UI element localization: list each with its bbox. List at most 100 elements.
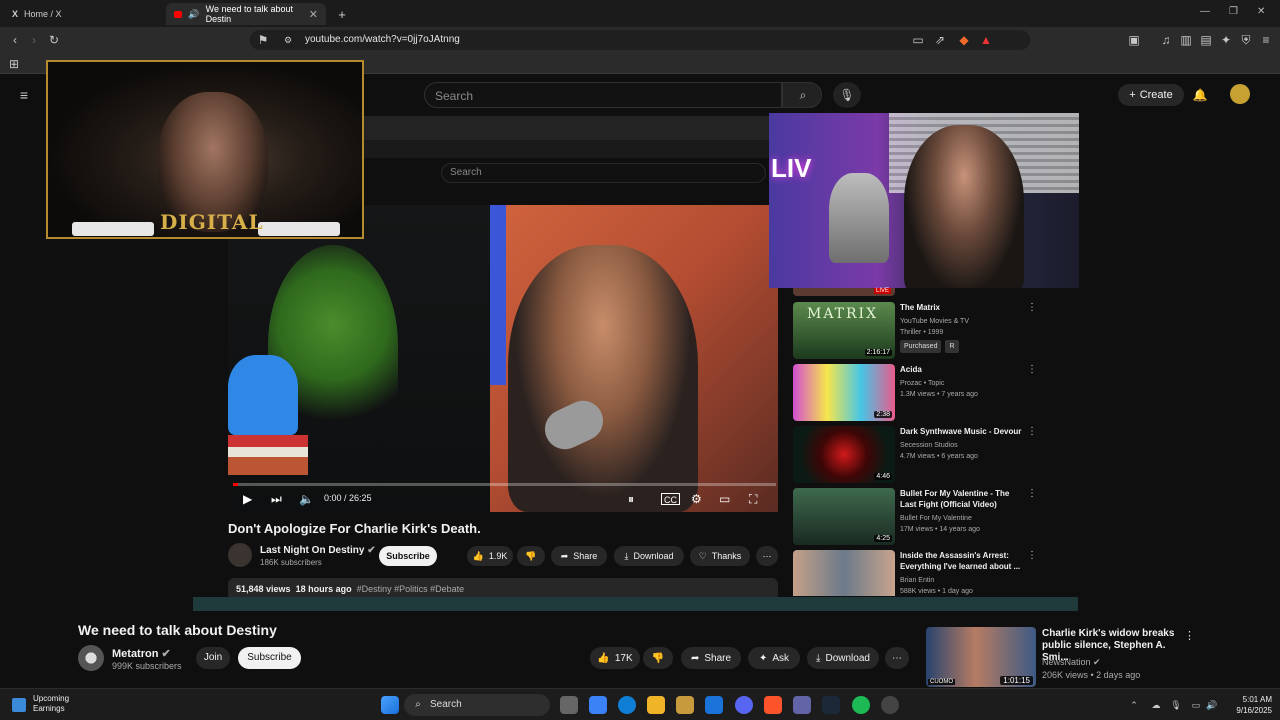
menu-icon[interactable]: ≡ [1258,32,1274,48]
share-page-icon[interactable]: ⇗ [932,32,948,48]
inner-more-button[interactable]: ⋯ [756,546,778,566]
more-options-icon[interactable]: ⋮ [1027,426,1037,437]
forward-icon[interactable]: › [26,32,42,48]
inner-subscriber-count: 186K subscribers [260,558,322,567]
like-button[interactable]: 👍 17K [590,647,640,669]
site-info-icon[interactable]: ⚙ [280,32,296,48]
join-button[interactable]: Join [196,647,230,669]
vpn-icon[interactable]: ⛨ [1238,32,1254,48]
subscribe-button[interactable]: Subscribe [238,647,301,669]
search-icon: ⌕ [799,88,807,102]
next-icon[interactable]: ⏭ [271,491,282,507]
brave-rewards-icon[interactable]: ▲ [978,32,994,48]
search-input[interactable]: Search [424,82,782,108]
tray-chevron-icon[interactable]: ⌃ [1126,697,1142,713]
cast-icon[interactable]: ▭ [910,32,926,48]
tab-youtube[interactable]: 🔊 We need to talk about Destin ✕ [166,3,326,25]
new-tab-button[interactable]: + [332,3,352,25]
inner-channel-avatar[interactable] [228,543,252,567]
spotify-icon[interactable] [852,696,870,714]
inner-channel-name[interactable]: Last Night On Destiny ✔ [260,545,376,556]
more-options-icon[interactable]: ⋮ [1027,550,1037,561]
recommendation-item[interactable]: 2:38 Acida Prozac • Topic 1.3M views • 7… [793,364,1043,422]
obs-icon[interactable] [881,696,899,714]
inner-like-button[interactable]: 👍 1.9K [467,546,513,566]
edge-icon[interactable] [618,696,636,714]
music-icon[interactable]: ♫ [1158,32,1174,48]
back-icon[interactable]: ‹ [7,32,23,48]
onedrive-icon[interactable]: ☁ [1148,697,1164,713]
inner-video-player[interactable] [228,205,778,512]
file-explorer-icon[interactable] [647,696,665,714]
channel-avatar[interactable] [78,645,104,671]
taskbar-search[interactable]: ⌕ Search [404,694,550,716]
ai-icon[interactable]: ✦ [1218,32,1234,48]
apps-grid-icon[interactable]: ⊞ [6,56,22,72]
close-tab-icon[interactable]: ✕ [309,8,318,21]
more-options-icon[interactable]: ⋮ [1027,302,1037,313]
recommendation-item[interactable]: Inside the Assassin's Arrest: Everything… [793,550,1043,596]
captions-icon[interactable]: CC [661,493,680,505]
dislike-button[interactable]: 👎 [643,647,673,669]
copilot-icon[interactable] [589,696,607,714]
notifications-bell-icon[interactable]: 🔔 [1192,87,1208,103]
inner-subscribe-button[interactable]: Subscribe [379,546,437,566]
theater-mode-icon[interactable]: ▭ [719,491,730,507]
close-window-icon[interactable]: ✕ [1257,6,1265,17]
brave-shield-icon[interactable]: ◆ [956,32,972,48]
autoplay-toggle-icon[interactable]: ⏸ [628,491,634,507]
thumbnail-caption: CUOMO [928,679,955,685]
more-actions-button[interactable]: ⋯ [885,647,909,669]
mic-tray-icon[interactable]: 🎙 [1168,697,1184,713]
search-button[interactable]: ⌕ [782,82,822,108]
create-button[interactable]: + Create [1118,84,1184,106]
store-icon[interactable] [676,696,694,714]
minimize-icon[interactable]: — [1200,6,1210,17]
video-progress-bar[interactable] [233,483,776,486]
side-recommendation[interactable]: CUOMO 1:01:15 Charlie Kirk's widow break… [926,627,1226,687]
wallet-icon[interactable]: ▤ [1198,32,1214,48]
volume-icon[interactable]: 🔈 [299,491,314,507]
sidebar-icon[interactable]: ▣ [1126,32,1142,48]
purchased-badge: Purchased [900,340,942,353]
download-button[interactable]: ⤓ Download [807,647,879,669]
share-icon: ➦ [690,652,700,664]
volume-tray-icon[interactable]: 🔊 [1204,697,1220,713]
recommendation-item[interactable]: 4:46 Dark Synthwave Music - Devour Seces… [793,426,1043,484]
address-bar[interactable]: ⚑ ⚙ youtube.com/watch?v=0jj7oJAtnng ▭ ⇗ … [250,30,1030,50]
inner-share-button[interactable]: ➦ Share [551,546,607,566]
teams-icon[interactable] [793,696,811,714]
taskbar-clock[interactable]: 5:01 AM 9/16/2025 [1222,694,1272,716]
play-icon[interactable]: ▶ [243,491,252,507]
maximize-icon[interactable]: ❐ [1229,6,1238,17]
account-avatar[interactable] [1230,84,1250,104]
brave-icon[interactable] [764,696,782,714]
fullscreen-icon[interactable]: ⛶ [749,491,757,507]
ask-button[interactable]: ✦ Ask [748,647,800,669]
panel-icon[interactable]: ▥ [1178,32,1194,48]
mail-icon[interactable] [705,696,723,714]
recommendation-item[interactable]: MATRIX 2:16:17 The Matrix YouTube Movies… [793,302,1043,360]
more-options-icon[interactable]: ⋮ [1027,364,1037,375]
more-options-icon[interactable]: ⋮ [1027,488,1037,499]
reload-icon[interactable]: ↻ [46,32,62,48]
channel-name[interactable]: Metatron ✔ [112,647,171,660]
steam-icon[interactable] [822,696,840,714]
tab-home-x[interactable]: X Home / X [4,3,164,25]
discord-icon[interactable] [735,696,753,714]
inner-thanks-button[interactable]: ♡ Thanks [690,546,750,566]
bookmark-icon[interactable]: ⚑ [255,32,271,48]
voice-search-button[interactable]: 🎙 [833,82,861,108]
hamburger-menu-icon[interactable]: ≡ [16,87,32,103]
widgets-text[interactable]: Upcoming Earnings [33,694,69,714]
inner-download-button[interactable]: ⤓ Download [614,546,684,566]
widgets-icon[interactable] [12,698,26,712]
start-icon[interactable] [381,696,399,714]
recommendation-item[interactable]: 4:25 Bullet For My Valentine - The Last … [793,488,1043,546]
task-view-icon[interactable] [560,696,578,714]
share-button[interactable]: ➦ Share [681,647,741,669]
more-options-icon[interactable]: ⋮ [1184,629,1195,642]
settings-gear-icon[interactable]: ⚙ [691,491,702,507]
network-icon[interactable]: ▭ [1188,697,1204,713]
inner-dislike-button[interactable]: 👎 [517,546,545,566]
